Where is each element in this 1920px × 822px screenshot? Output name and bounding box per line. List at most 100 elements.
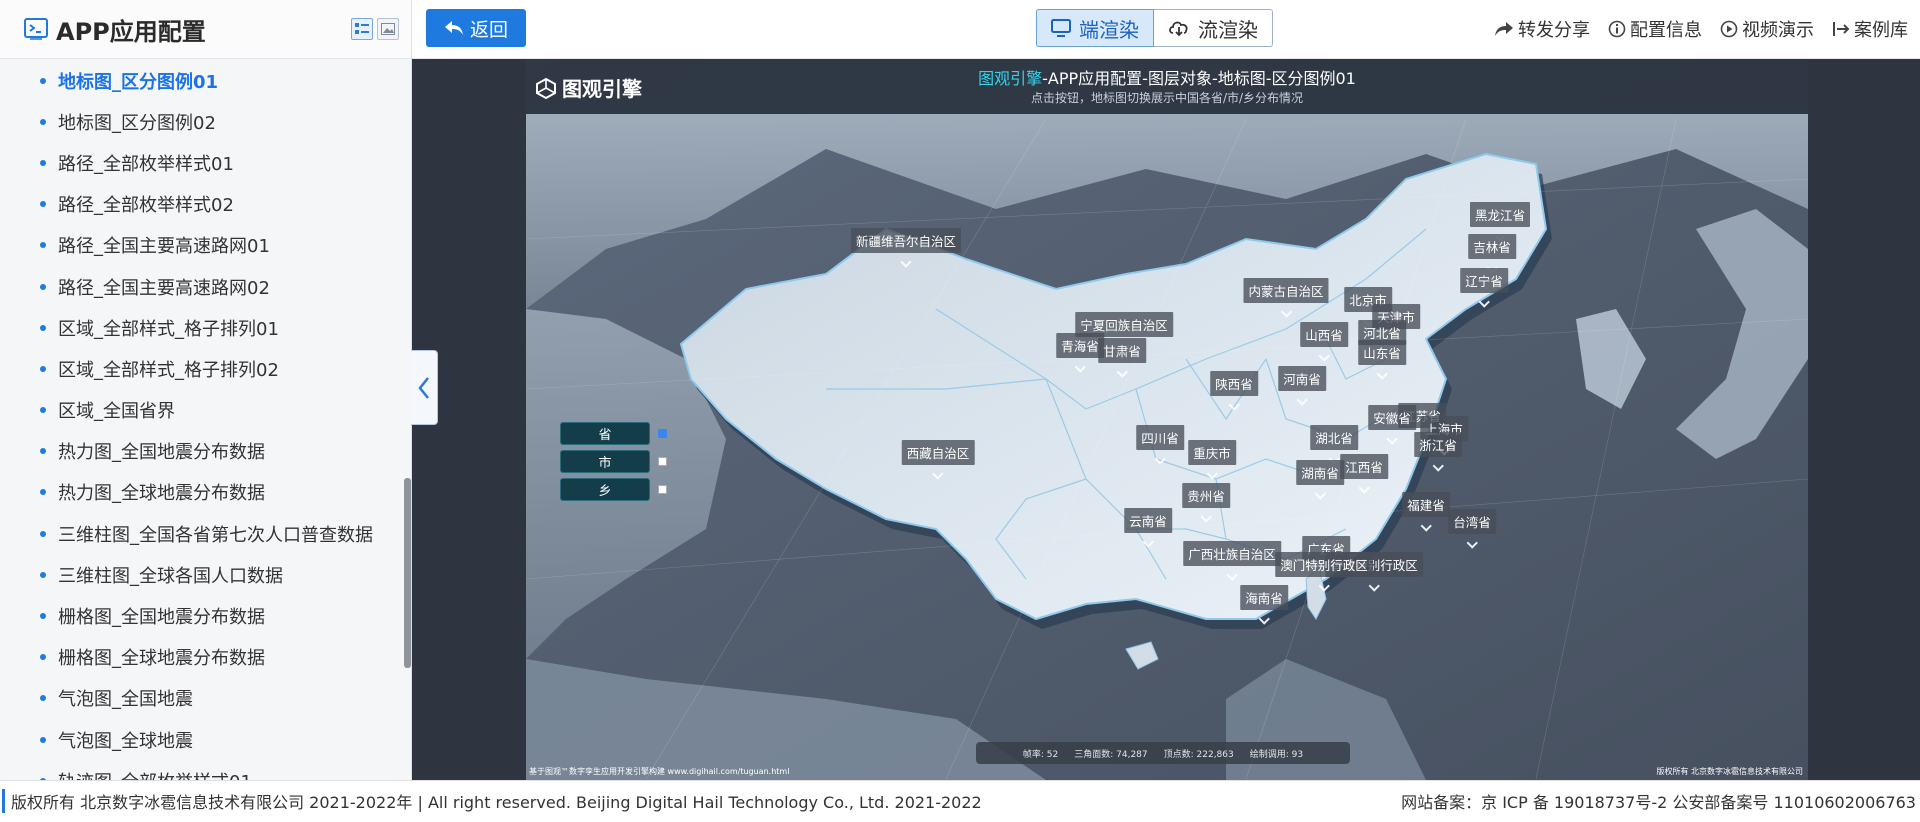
- play-icon: [1720, 20, 1738, 38]
- sidebar-item[interactable]: 三维柱图_全球各国人口数据: [0, 554, 400, 595]
- map-marker-label[interactable]: 陕西省: [1210, 371, 1258, 411]
- sidebar-item[interactable]: 栅格图_全国地震分布数据: [0, 595, 400, 636]
- map-marker-label[interactable]: 西藏自治区: [901, 440, 975, 480]
- bullet-icon: [40, 324, 46, 331]
- map-marker-label[interactable]: 辽宁省: [1460, 268, 1508, 308]
- collapse-sidebar-button[interactable]: [411, 350, 438, 425]
- sidebar-item[interactable]: 路径_全部枚举样式01: [0, 142, 400, 183]
- chevron-down-icon: [1280, 306, 1292, 318]
- map-marker-label[interactable]: 青海省: [1056, 333, 1104, 373]
- client-render-button[interactable]: 端渲染: [1036, 9, 1154, 47]
- sidebar-item[interactable]: 气泡图_全国地震: [0, 678, 400, 719]
- map-marker-label[interactable]: 云南省: [1124, 508, 1172, 548]
- bullet-icon: [40, 159, 46, 166]
- stream-render-button[interactable]: 流渲染: [1154, 9, 1273, 47]
- layer-button[interactable]: 省: [560, 422, 650, 445]
- sidebar-item[interactable]: 轨迹图_全部枚举样式01: [0, 760, 400, 780]
- map-marker-label[interactable]: 四川省: [1136, 425, 1184, 465]
- sidebar-item[interactable]: 路径_全国主要高速路网01: [0, 225, 400, 266]
- chevron-down-icon: [1432, 460, 1444, 472]
- layer-buttons: 省市乡: [560, 422, 667, 501]
- layer-button[interactable]: 市: [560, 450, 650, 473]
- bullet-icon: [40, 407, 46, 414]
- map-marker-label[interactable]: 广西壮族自治区: [1183, 541, 1281, 581]
- sidebar-item[interactable]: 热力图_全球地震分布数据: [0, 472, 400, 513]
- sidebar-item-label: 气泡图_全球地震: [58, 730, 193, 752]
- layer-button[interactable]: 乡: [560, 478, 650, 501]
- map-marker-label[interactable]: 重庆市: [1188, 440, 1236, 480]
- layer-checkbox[interactable]: [658, 457, 667, 466]
- back-button[interactable]: 返回: [426, 9, 526, 47]
- map-marker-label[interactable]: 新疆维吾尔自治区: [850, 228, 962, 268]
- chevron-down-icon: [1154, 453, 1166, 465]
- map-marker-label[interactable]: 山东省: [1358, 340, 1406, 380]
- map-marker-label[interactable]: 吉林省: [1468, 234, 1516, 274]
- config-info-link[interactable]: 配置信息: [1608, 16, 1702, 42]
- sidebar-item[interactable]: 地标图_区分图例02: [0, 101, 400, 142]
- map-marker-label[interactable]: 江西省: [1340, 454, 1388, 494]
- top-toolbar: 返回 端渲染 流渲染 转发分享 配置信息 视频演示 案例库: [412, 0, 1920, 59]
- config-info-label: 配置信息: [1630, 20, 1702, 41]
- sidebar-item-label: 热力图_全球地震分布数据: [58, 483, 265, 505]
- map-marker-text: 吉林省: [1468, 234, 1516, 259]
- sidebar-item-label: 气泡图_全国地震: [58, 689, 193, 711]
- map-marker-label[interactable]: 福建省: [1402, 492, 1450, 532]
- sidebar-item-label: 路径_全部枚举样式01: [58, 153, 234, 175]
- case-library-link[interactable]: 案例库: [1832, 16, 1908, 42]
- map-marker-label[interactable]: 内蒙古自治区: [1243, 278, 1329, 318]
- sidebar-item[interactable]: 区域_全部样式_格子排列02: [0, 348, 400, 389]
- render-mode-toggle: 端渲染 流渲染: [1036, 9, 1273, 47]
- chevron-down-icon: [1420, 520, 1432, 532]
- map-marker-text: 西藏自治区: [901, 440, 975, 465]
- map-marker-text: 福建省: [1402, 492, 1450, 517]
- map-marker-label[interactable]: 甘肃省: [1098, 338, 1146, 378]
- layer-checkbox[interactable]: [658, 485, 667, 494]
- chevron-down-icon: [1142, 536, 1154, 548]
- cloud-download-icon: [1169, 21, 1188, 37]
- share-label: 转发分享: [1518, 20, 1590, 41]
- sidebar-item[interactable]: 气泡图_全球地震: [0, 719, 400, 760]
- share-link[interactable]: 转发分享: [1494, 16, 1590, 42]
- chevron-down-icon: [1296, 394, 1308, 406]
- map-marker-label[interactable]: 河南省: [1278, 366, 1326, 406]
- map-marker-label[interactable]: 湖南省: [1296, 460, 1344, 500]
- map-marker-label[interactable]: 浙江省: [1414, 432, 1462, 472]
- sidebar-scrollbar[interactable]: [404, 478, 411, 668]
- map-marker-label[interactable]: 安徽省: [1368, 405, 1416, 445]
- footer-copyright: 版权所有 北京数字冰雹信息技术有限公司 2021-2022年 | All rig…: [2, 789, 982, 813]
- map-marker-text: 山东省: [1358, 340, 1406, 365]
- sidebar-item[interactable]: 区域_全部样式_格子排列01: [0, 307, 400, 348]
- top-actions: 转发分享 配置信息 视频演示 案例库: [1494, 0, 1908, 58]
- sidebar-item[interactable]: 路径_全部枚举样式02: [0, 184, 400, 225]
- map-marker-label[interactable]: 澳门特别行政区: [1275, 552, 1373, 592]
- sidebar-item[interactable]: 三维柱图_全国各省第七次人口普查数据: [0, 513, 400, 554]
- chevron-down-icon: [900, 256, 912, 268]
- sidebar-item[interactable]: 栅格图_全球地震分布数据: [0, 637, 400, 678]
- terminal-icon: [24, 18, 48, 40]
- bullet-icon: [40, 201, 46, 208]
- sidebar-item[interactable]: 热力图_全国地震分布数据: [0, 431, 400, 472]
- map-marker-text: 新疆维吾尔自治区: [850, 228, 962, 253]
- map-viewer[interactable]: 图观引擎 图观引擎-APP应用配置-图层对象-地标图-区分图例01 点击按钮，地…: [526, 59, 1808, 780]
- map-marker-label[interactable]: 贵州省: [1182, 483, 1230, 523]
- sidebar-header: APP应用配置: [0, 0, 411, 59]
- sidebar-item[interactable]: 路径_全国主要高速路网02: [0, 266, 400, 307]
- map-marker-text: 湖北省: [1310, 425, 1358, 450]
- image-view-icon[interactable]: [377, 18, 399, 40]
- sidebar-item-label: 区域_全部样式_格子排列02: [58, 359, 279, 381]
- layer-checkbox[interactable]: [658, 429, 667, 438]
- sidebar-item[interactable]: 地标图_区分图例01: [0, 60, 400, 101]
- list-view-icon[interactable]: [351, 18, 373, 40]
- sidebar-item[interactable]: 区域_全国省界: [0, 390, 400, 431]
- chevron-down-icon: [1228, 399, 1240, 411]
- map-marker-text: 四川省: [1136, 425, 1184, 450]
- map-marker-label[interactable]: 海南省: [1240, 585, 1288, 625]
- map-marker-text: 海南省: [1240, 585, 1288, 610]
- footer-icp[interactable]: 网站备案：京 ICP 备 19018737号-2 公安部备案号 11010602…: [1401, 789, 1916, 813]
- chevron-down-icon: [1318, 350, 1330, 362]
- bullet-icon: [40, 118, 46, 125]
- video-demo-link[interactable]: 视频演示: [1720, 16, 1814, 42]
- map-marker-label[interactable]: 台湾省: [1448, 509, 1496, 549]
- viewer-title: 图观引擎-APP应用配置-图层对象-地标图-区分图例01: [526, 65, 1808, 89]
- map-marker-label[interactable]: 山西省: [1300, 322, 1348, 362]
